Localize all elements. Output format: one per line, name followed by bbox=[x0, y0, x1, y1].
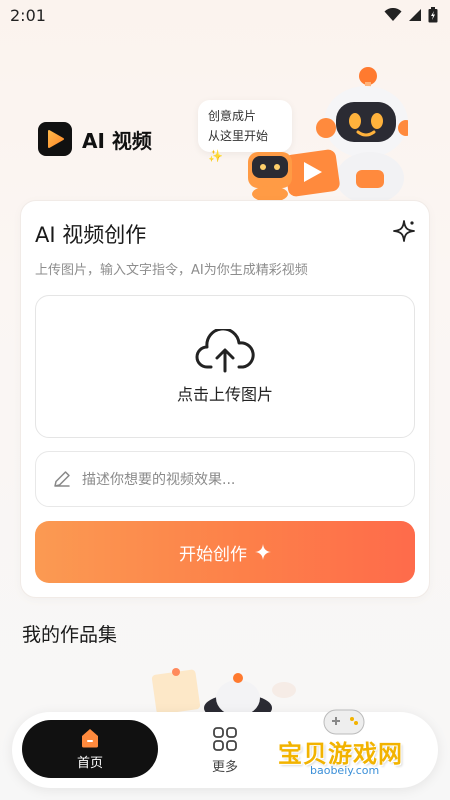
start-create-button[interactable]: 开始创作 bbox=[35, 521, 415, 583]
start-create-label: 开始创作 bbox=[179, 544, 247, 565]
home-icon bbox=[82, 729, 98, 748]
status-bar: 2:01 bbox=[0, 0, 450, 30]
create-video-card: AI 视频创作 上传图片，输入文字指令，AI为你生成精彩视频 点击上传图片 描述… bbox=[20, 200, 430, 598]
prompt-placeholder: 描述你想要的视频效果... bbox=[82, 472, 236, 488]
sparkle-icon bbox=[393, 220, 415, 242]
nav-more-label: 更多 bbox=[211, 760, 238, 775]
gallery-section-title: 我的作品集 bbox=[22, 624, 118, 646]
brand-header: AI 视频 bbox=[38, 122, 152, 156]
pencil-icon bbox=[54, 471, 70, 487]
status-time: 2:01 bbox=[10, 5, 46, 25]
site-watermark: 宝贝游戏网 baobeiy.com bbox=[270, 700, 430, 790]
prompt-input[interactable]: 描述你想要的视频效果... bbox=[35, 451, 415, 507]
status-icons bbox=[384, 7, 438, 23]
grid-icon bbox=[213, 727, 237, 751]
cloud-upload-icon bbox=[195, 328, 255, 372]
battery-icon bbox=[428, 7, 438, 23]
card-subtitle: 上传图片，输入文字指令，AI为你生成精彩视频 bbox=[35, 263, 308, 278]
upload-image-area[interactable]: 点击上传图片 bbox=[35, 295, 415, 438]
upload-label: 点击上传图片 bbox=[176, 384, 273, 404]
app-name: AI 视频 bbox=[82, 128, 152, 153]
robot-mascot-illustration bbox=[248, 67, 408, 204]
sparkle-icon bbox=[255, 544, 271, 560]
nav-home-tab[interactable]: 首页 bbox=[22, 720, 158, 778]
nav-home-label: 首页 bbox=[76, 756, 103, 771]
card-title: AI 视频创作 bbox=[35, 223, 147, 247]
play-logo-icon bbox=[48, 130, 64, 148]
app-logo bbox=[38, 122, 72, 156]
wifi-icon bbox=[384, 8, 402, 21]
watermark-url: baobeiy.com bbox=[310, 764, 380, 777]
signal-icon bbox=[409, 9, 421, 21]
nav-more-tab[interactable]: 更多 bbox=[202, 726, 248, 776]
